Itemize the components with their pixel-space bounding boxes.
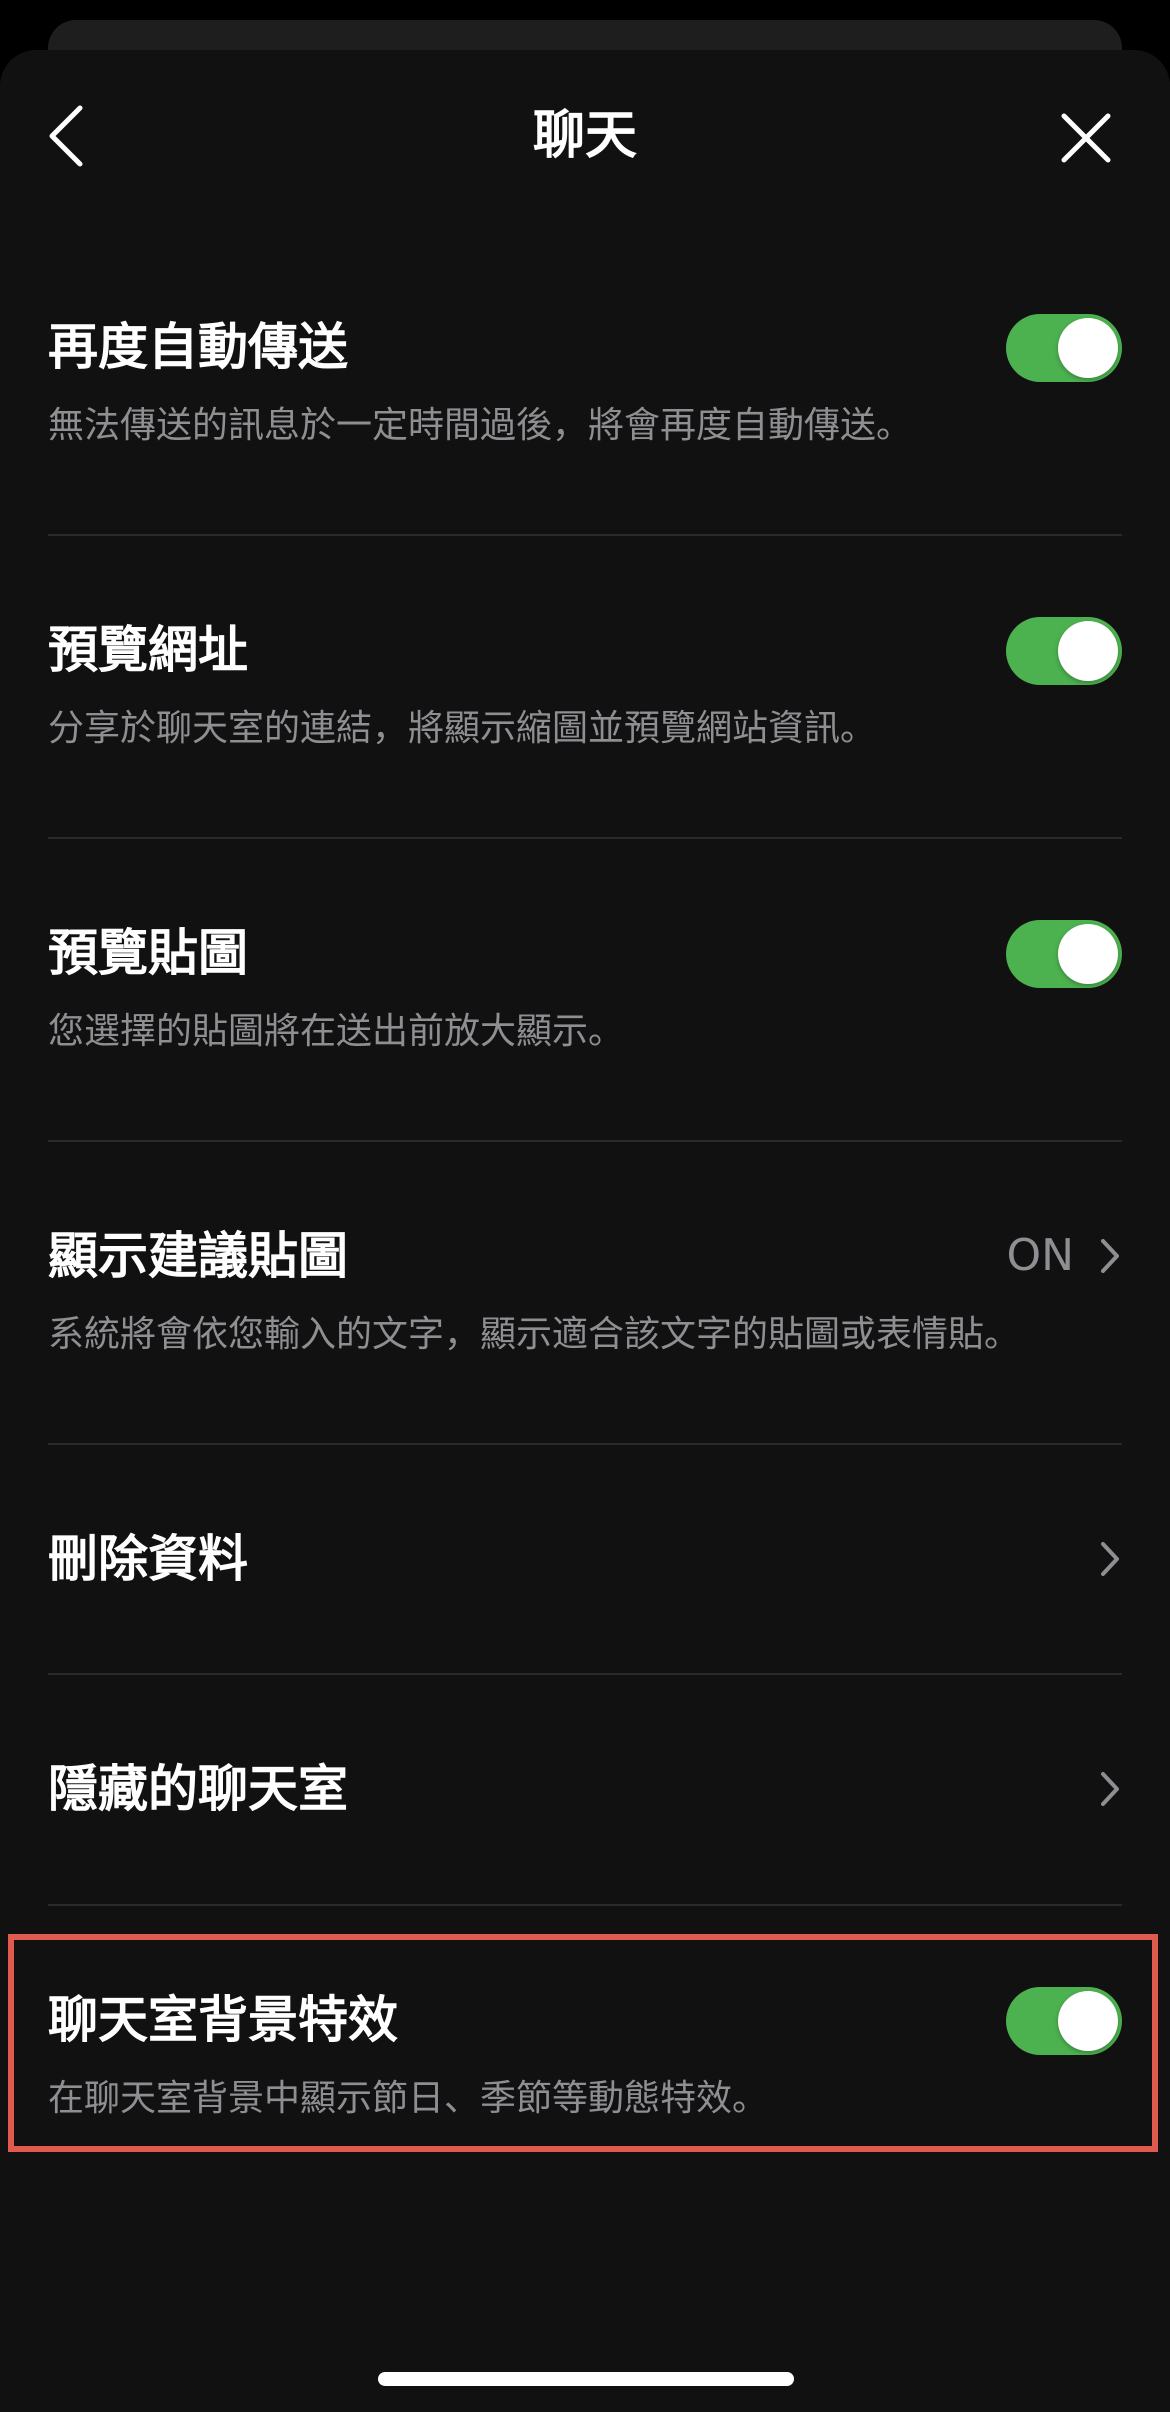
close-button[interactable] xyxy=(1050,102,1122,174)
chevron-right-icon xyxy=(1101,1772,1119,1806)
toggle-knob xyxy=(1058,318,1118,378)
close-icon xyxy=(1061,113,1111,163)
divider xyxy=(48,534,1122,536)
setting-preview-sticker: 預覽貼圖 您選擇的貼圖將在送出前放大顯示。 xyxy=(48,906,1122,1066)
setting-description: 無法傳送的訊息於一定時間過後，將會再度自動傳送。 xyxy=(48,405,913,446)
setting-description: 分享於聊天室的連結，將顯示縮圖並預覽網站資訊。 xyxy=(48,708,877,749)
setting-preview-url: 預覽網址 分享於聊天室的連結，將顯示縮圖並預覽網站資訊。 xyxy=(48,603,1122,763)
chevron-right-icon xyxy=(1101,1542,1119,1576)
auto-resend-toggle[interactable] xyxy=(1006,314,1122,382)
setting-title: 再度自動傳送 xyxy=(48,318,348,376)
setting-description: 系統將會依您輸入的文字，顯示適合該文字的貼圖或表情貼。 xyxy=(48,1314,1021,1355)
disclosure xyxy=(1098,1236,1122,1276)
setting-title: 刪除資料 xyxy=(48,1530,248,1588)
setting-hidden-chats[interactable]: 隱藏的聊天室 xyxy=(48,1675,1122,1903)
divider xyxy=(48,837,1122,839)
preview-sticker-toggle[interactable] xyxy=(1006,920,1122,988)
setting-suggested-stickers[interactable]: 顯示建議貼圖 系統將會依您輸入的文字，顯示適合該文字的貼圖或表情貼。 ON xyxy=(48,1209,1122,1369)
home-indicator xyxy=(378,2372,794,2386)
setting-title: 預覽網址 xyxy=(48,621,248,679)
toggle-knob xyxy=(1058,924,1118,984)
setting-title: 顯示建議貼圖 xyxy=(48,1227,348,1285)
setting-delete-data[interactable]: 刪除資料 xyxy=(48,1445,1122,1673)
setting-value: ON xyxy=(1006,1230,1074,1281)
setting-title: 預覽貼圖 xyxy=(48,924,248,982)
setting-title: 隱藏的聊天室 xyxy=(48,1760,348,1818)
divider xyxy=(48,1140,1122,1142)
header: 聊天 xyxy=(0,50,1170,220)
chevron-right-icon xyxy=(1101,1239,1119,1273)
highlight-box xyxy=(8,1934,1158,2152)
disclosure xyxy=(1098,1539,1122,1579)
disclosure xyxy=(1098,1769,1122,1809)
toggle-knob xyxy=(1058,621,1118,681)
preview-url-toggle[interactable] xyxy=(1006,617,1122,685)
page-title: 聊天 xyxy=(532,106,637,166)
setting-description: 您選擇的貼圖將在送出前放大顯示。 xyxy=(48,1011,625,1052)
setting-auto-resend: 再度自動傳送 無法傳送的訊息於一定時間過後，將會再度自動傳送。 xyxy=(48,300,1122,460)
divider xyxy=(48,1904,1122,1906)
